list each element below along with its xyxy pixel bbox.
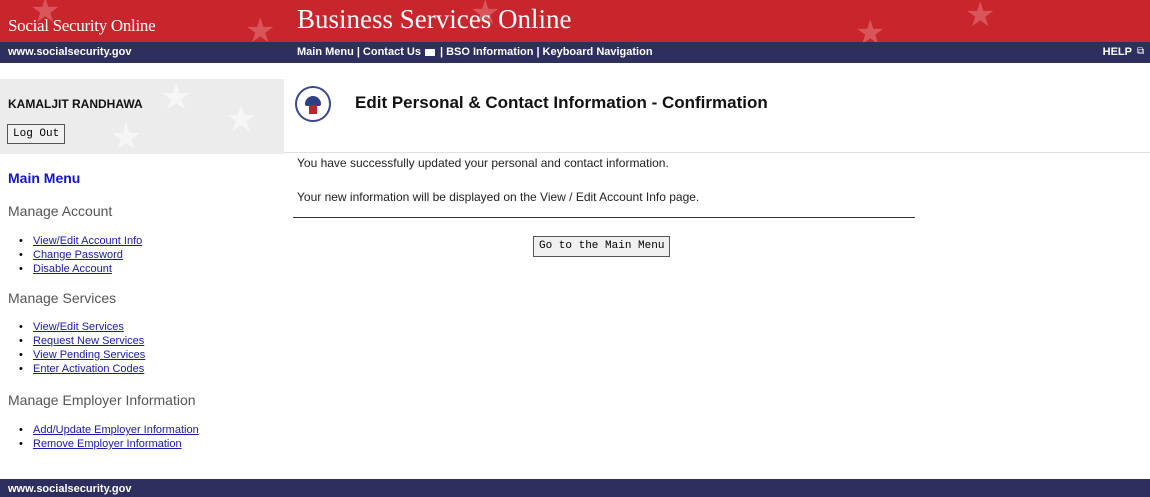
app-title: Business Services Online: [297, 4, 572, 34]
list-item: View/Edit Account Info: [19, 235, 142, 247]
link-view-pending-services[interactable]: View Pending Services: [33, 349, 145, 361]
link-disable-account[interactable]: Disable Account: [33, 263, 112, 275]
divider: [293, 217, 915, 218]
link-change-password[interactable]: Change Password: [33, 249, 123, 261]
link-add-update-employer-information[interactable]: Add/Update Employer Information: [33, 424, 199, 436]
user-name: KAMALJIT RANDHAWA: [8, 97, 143, 111]
site-name: Social Security Online: [8, 16, 156, 35]
success-message: You have successfully updated your perso…: [297, 156, 669, 170]
nav-link-keyboard-navigation[interactable]: Keyboard Navigation: [543, 46, 653, 58]
top-banner: ★ ★ ★ ★ ★ Social Security Online Busines…: [0, 0, 1150, 42]
user-panel: ★ ★ ★ KAMALJIT RANDHAWA Log Out: [0, 79, 284, 154]
footer-url: www.socialsecurity.gov: [8, 483, 132, 495]
nav-link-contact-us[interactable]: Contact Us: [363, 46, 421, 58]
go-to-main-menu-button[interactable]: Go to the Main Menu: [533, 236, 671, 257]
section-heading-manage-account: Manage Account: [8, 203, 113, 219]
star-decoration: ★: [225, 98, 258, 139]
list-item: Disable Account: [19, 263, 142, 275]
link-view-edit-services[interactable]: View/Edit Services: [33, 321, 124, 333]
nav-link-main-menu[interactable]: Main Menu: [297, 46, 354, 58]
list-item: Enter Activation Codes: [19, 363, 145, 375]
star-decoration: ★: [245, 12, 276, 42]
divider: [284, 152, 1150, 153]
list-item: View Pending Services: [19, 349, 145, 361]
print-icon: [424, 48, 435, 56]
star-decoration: ★: [160, 79, 193, 117]
site-url: www.socialsecurity.gov: [8, 46, 132, 58]
ssa-seal-icon: [295, 86, 331, 122]
list-item: Request New Services: [19, 335, 145, 347]
list-item: View/Edit Services: [19, 321, 145, 333]
page-header: Edit Personal & Contact Information - Co…: [284, 79, 1150, 154]
list-item: Remove Employer Information: [19, 438, 199, 450]
help-link[interactable]: HELP: [1103, 46, 1132, 58]
star-decoration: ★: [855, 14, 886, 42]
list-item: Add/Update Employer Information: [19, 424, 199, 436]
section-heading-manage-services: Manage Services: [8, 290, 117, 306]
link-remove-employer-information[interactable]: Remove Employer Information: [33, 438, 182, 450]
info-message: Your new information will be displayed o…: [297, 190, 700, 204]
section-heading-manage-employer-information: Manage Employer Information: [8, 392, 196, 408]
link-view-edit-account-info[interactable]: View/Edit Account Info: [33, 235, 142, 247]
menu-list-manage-account: View/Edit Account Info Change Password D…: [19, 236, 142, 278]
nav-link-bso-information[interactable]: BSO Information: [446, 46, 533, 58]
page-title: Edit Personal & Contact Information - Co…: [355, 93, 768, 112]
logout-button[interactable]: Log Out: [7, 124, 66, 144]
nav-bar: www.socialsecurity.gov Main Menu | Contact…: [0, 42, 1150, 63]
footer-bar: www.socialsecurity.gov: [0, 479, 1150, 497]
star-decoration: ★: [965, 0, 996, 34]
star-decoration: ★: [110, 116, 143, 155]
menu-list-manage-services: View/Edit Services Request New Services …: [19, 322, 145, 378]
link-enter-activation-codes[interactable]: Enter Activation Codes: [33, 363, 144, 375]
list-item: Change Password: [19, 249, 142, 261]
link-request-new-services[interactable]: Request New Services: [33, 335, 144, 347]
external-link-icon[interactable]: ⧉: [1137, 47, 1146, 57]
nav-links: Main Menu | Contact Us | BSO Information | Key…: [297, 46, 653, 58]
menu-list-manage-employer-information: Add/Update Employer Information Remove E…: [19, 425, 199, 453]
sidebar-main-menu-link[interactable]: Main Menu: [8, 170, 80, 186]
